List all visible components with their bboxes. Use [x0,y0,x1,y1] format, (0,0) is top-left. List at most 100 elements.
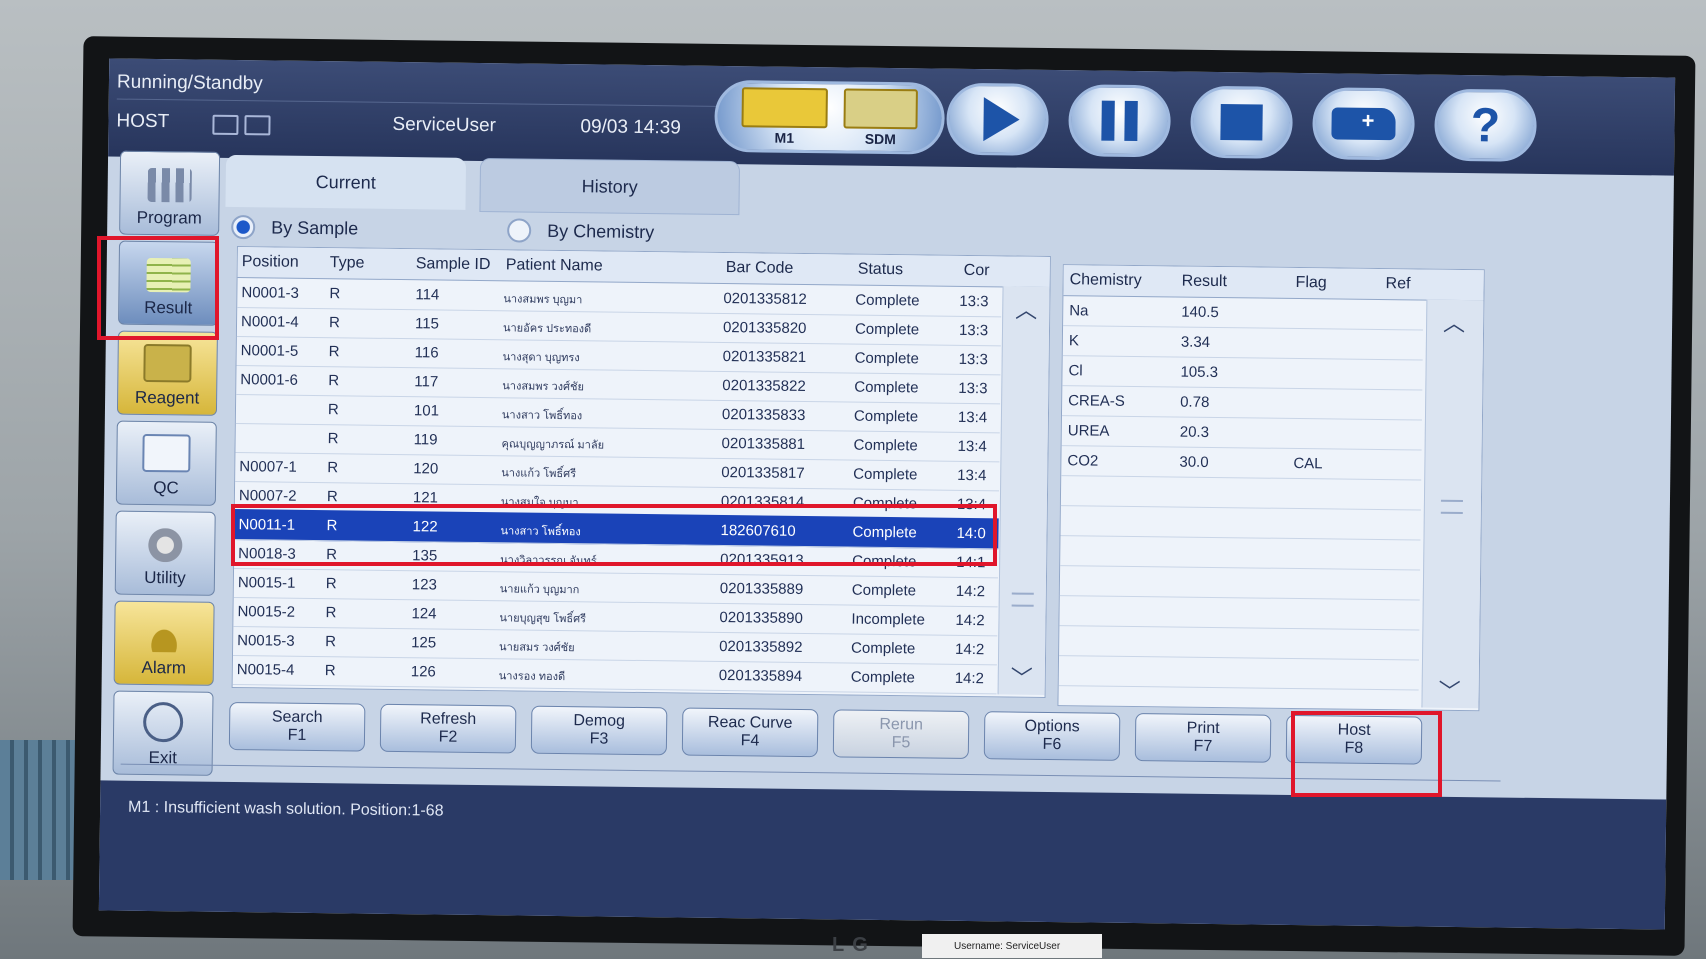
cell-time: 14:2 [955,640,985,659]
chevron-down-icon[interactable]: ﹀ [1011,661,1033,693]
result-row-empty [1058,655,1420,691]
col-type[interactable]: Type [330,254,365,272]
tab-current[interactable]: Current [225,154,467,210]
cell-position: N0007-1 [239,458,297,476]
cell-patient: นายอัคร ประทองดี [502,322,592,336]
cell-result: 140.5 [1181,303,1219,322]
cell-patient: คุณบุญญาภรณ์ มาลัย [501,438,605,452]
cell-barcode: 0201335890 [719,608,804,627]
cell-patient: นายบุญสุข โพธิ์ศรี [499,612,587,626]
sidebar-item-reagent[interactable]: Reagent [116,330,218,416]
search-button[interactable]: Search F1 [228,701,366,752]
button-key: F7 [1193,737,1213,755]
button-label: Demog [573,712,626,730]
scroll-grip[interactable] [1440,499,1463,515]
host-pc-icon [212,114,239,136]
button-key: F6 [1042,735,1062,754]
sidebar-item-program[interactable]: Program [119,150,221,236]
cell-barcode: 0201335822 [722,376,806,395]
stop-button[interactable] [1190,85,1294,159]
col-position[interactable]: Position [242,253,299,272]
chevron-up-icon[interactable]: ︿ [1443,306,1465,338]
rerun-button[interactable]: Rerun F5 [832,709,970,760]
radio-on-icon [231,214,256,240]
cell-type: R [324,662,336,680]
cell-status: Complete [853,465,918,484]
cell-sample-id: 126 [410,663,436,681]
sidebar-item-utility[interactable]: Utility [114,510,216,596]
cell-position: N0001-5 [240,342,299,360]
demog-button[interactable]: Demog F3 [530,705,668,756]
cell-barcode: 0201335881 [721,434,806,453]
cell-status: Complete [851,639,916,658]
scroll-grip[interactable] [1011,592,1034,607]
stop-icon [1220,104,1263,141]
host-label: HOST [116,110,170,133]
cell-status: Complete [850,668,916,687]
reac-curve-button[interactable]: Reac Curve F4 [681,707,819,758]
cell-result: 20.3 [1179,423,1210,441]
cell-sample-id: 101 [413,402,440,420]
cell-time: 13:4 [957,408,988,427]
col-status[interactable]: Status [858,261,904,280]
m1-sdm-button[interactable]: M1 SDM [714,79,946,155]
cell-type: R [328,372,340,390]
options-button[interactable]: Options F6 [983,711,1121,761]
cell-position: N0001-4 [240,313,299,331]
cell-time: 13:3 [959,292,989,311]
cell-result: 3.34 [1180,333,1211,351]
cell-position: N0015-2 [237,603,296,621]
program-icon [147,167,192,203]
printer-icon [244,115,271,136]
cell-barcode: 0201335821 [722,347,807,367]
print-button[interactable]: Print F7 [1134,713,1272,763]
col-completed[interactable]: Cor [964,262,990,280]
run-button[interactable] [946,82,1050,156]
col-flag[interactable]: Flag [1295,274,1327,292]
radio-off-icon [507,218,532,243]
sidebar-item-alarm[interactable]: Alarm [113,600,215,686]
cell-sample-id: 119 [413,431,438,449]
gear-icon [143,527,188,563]
cell-patient: นางรอง ทองดี [498,670,566,684]
cell-time: 14:2 [955,611,985,630]
cell-type: R [325,575,337,593]
col-chemistry[interactable]: Chemistry [1070,271,1142,290]
help-icon: ? [1470,98,1501,152]
col-sample-id[interactable]: Sample ID [416,255,491,274]
cell-result: 30.0 [1179,453,1209,471]
refresh-button[interactable]: Refresh F2 [379,703,517,754]
button-key: F5 [891,734,911,752]
stat-button[interactable] [1312,87,1415,161]
button-key: F3 [589,730,609,748]
radio-by-chemistry[interactable]: By Chemistry [507,213,654,249]
chevron-up-icon[interactable]: ︿ [1015,293,1037,325]
monitor-brand: LG [832,934,876,956]
cell-position: N0007-2 [238,487,297,505]
cell-chemistry: K [1068,332,1080,350]
cell-type: R [328,314,340,332]
col-result[interactable]: Result [1182,273,1228,292]
button-key: F4 [740,732,760,750]
col-ref[interactable]: Ref [1385,275,1411,293]
result-scrollbar[interactable]: ︿ ﹀ [1421,299,1484,709]
cell-chemistry: Cl [1068,362,1083,380]
col-bar-code[interactable]: Bar Code [726,259,794,278]
button-label: Reac Curve [707,713,793,732]
pause-button[interactable] [1068,84,1172,158]
chevron-down-icon[interactable]: ﹀ [1438,674,1460,706]
cell-barcode: 0201335892 [719,637,803,656]
radio-by-sample[interactable]: By Sample [231,210,358,246]
cell-type: R [325,633,337,651]
col-patient-name[interactable]: Patient Name [506,256,603,275]
help-button[interactable]: ? [1434,88,1537,162]
sidebar-item-qc[interactable]: QC [115,420,217,506]
cell-type: R [328,343,340,361]
cell-sample-id: 117 [414,373,439,391]
tab-history[interactable]: History [479,158,741,216]
cell-time: 13:4 [957,466,987,485]
sample-scrollbar[interactable]: ︿ ﹀ [997,286,1050,695]
reagent-icon [143,343,192,383]
cell-position: N0015-3 [237,632,295,650]
cell-time: 13:4 [957,437,987,456]
